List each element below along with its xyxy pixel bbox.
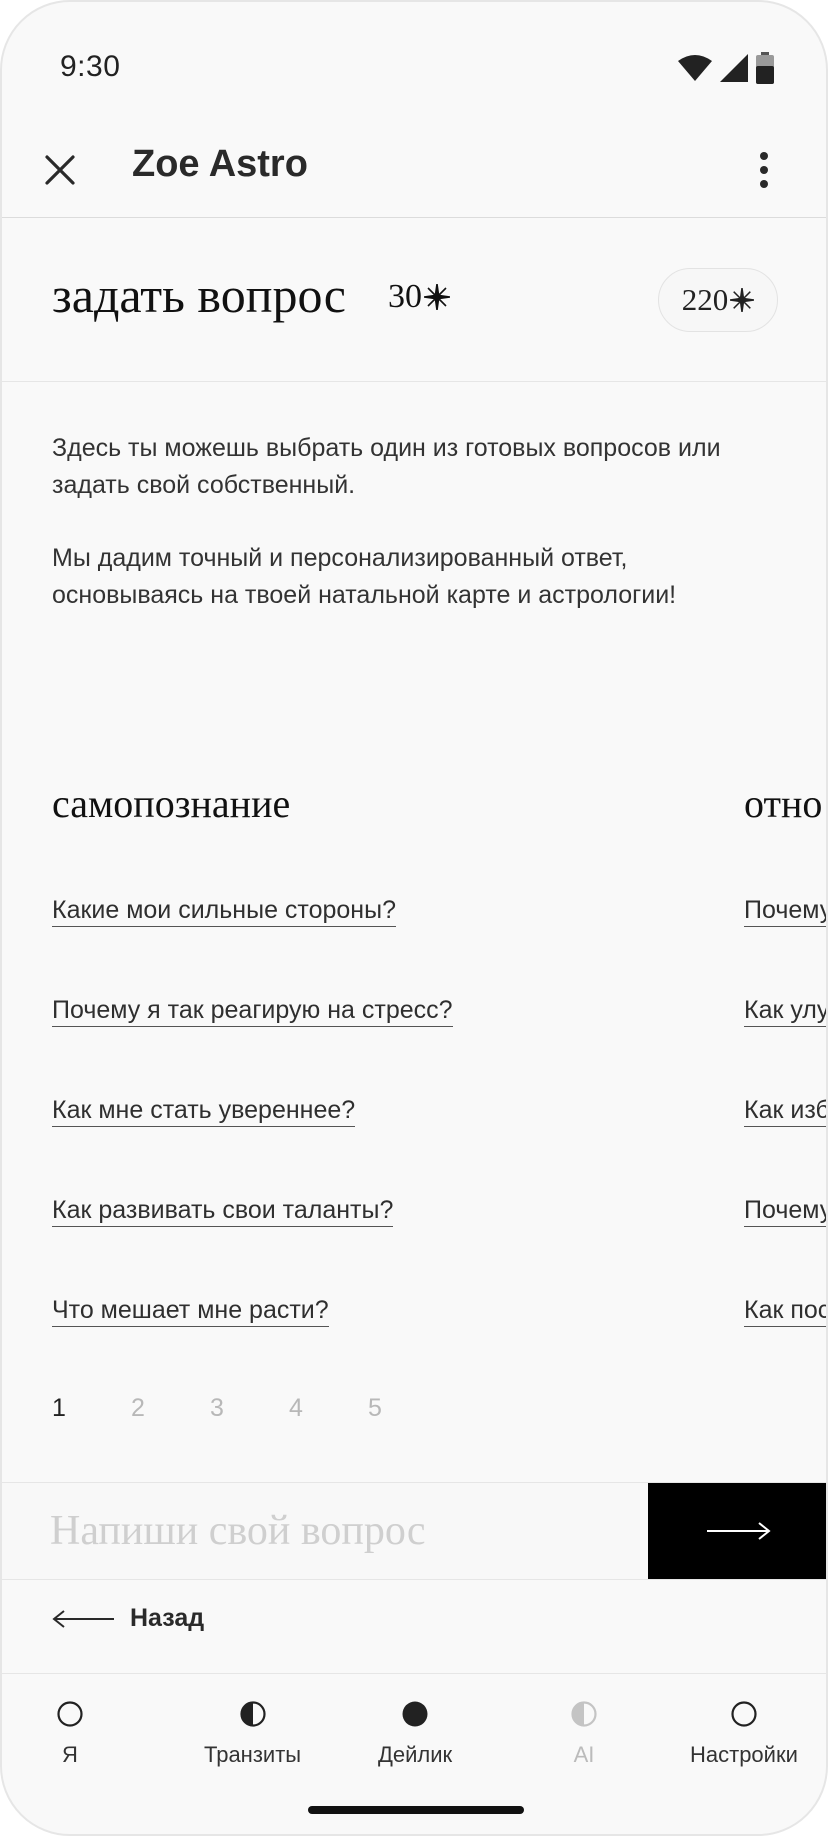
nav-item-me[interactable]: Я xyxy=(56,1700,84,1768)
question-list: Почему Как улу Как изб Почему Как пос xyxy=(744,896,826,1380)
battery-icon xyxy=(756,52,774,84)
status-bar: 9:30 xyxy=(2,2,826,122)
close-icon xyxy=(45,155,75,185)
status-icons xyxy=(678,52,774,84)
close-button[interactable] xyxy=(34,144,86,196)
page-1[interactable]: 1 xyxy=(52,1394,131,1423)
more-vertical-icon xyxy=(760,152,768,188)
intro-paragraph-1: Здесь ты можешь выбрать один из готовых … xyxy=(52,434,721,499)
page-title: задать вопрос xyxy=(52,267,346,323)
circle-outline-icon xyxy=(731,1701,757,1727)
bottom-navigation: Я Транзиты Дейлик AI Настройки xyxy=(2,1674,826,1784)
nav-item-transits[interactable]: Транзиты xyxy=(204,1700,301,1768)
page-4[interactable]: 4 xyxy=(289,1394,368,1423)
balance-badge[interactable]: 220 xyxy=(658,268,778,332)
question-link[interactable]: Как мне стать увереннее? xyxy=(52,1096,453,1196)
intro-text: Здесь ты можешь выбрать один из готовых … xyxy=(52,430,772,614)
star-icon xyxy=(424,284,450,310)
back-row: Назад xyxy=(2,1580,826,1674)
category-self-knowledge: самопознание Какие мои сильные стороны? … xyxy=(52,780,453,1327)
circle-outline-icon xyxy=(57,1701,83,1727)
more-options-button[interactable] xyxy=(738,144,790,196)
nav-label: Дейлик xyxy=(378,1742,453,1767)
question-link[interactable]: Какие мои сильные стороны? xyxy=(52,896,453,996)
screen-header: задать вопрос 30 220 xyxy=(2,218,826,382)
question-link[interactable]: Почему xyxy=(744,896,826,996)
cost-value: 30 xyxy=(388,278,422,315)
cellular-signal-icon xyxy=(720,54,748,82)
filled-circle-icon xyxy=(402,1701,428,1727)
nav-label: Настройки xyxy=(690,1742,798,1767)
balance-value: 220 xyxy=(681,282,729,317)
phone-screen: 9:30 Zoe Astro задать вопрос 30 220 Здес… xyxy=(0,0,828,1836)
nav-item-settings[interactable]: Настройки xyxy=(690,1700,798,1768)
intro-paragraph-2: Мы дадим точный и персонализированный от… xyxy=(52,544,677,609)
question-link[interactable]: Что мешает мне расти? xyxy=(52,1296,453,1396)
status-time: 9:30 xyxy=(60,50,121,83)
question-link[interactable]: Как развивать свои таланты? xyxy=(52,1196,453,1296)
pagination: 1 2 3 4 5 xyxy=(52,1394,447,1423)
nav-label: AI xyxy=(573,1742,595,1767)
question-link[interactable]: Как пос xyxy=(744,1296,826,1380)
category-title: самопознание xyxy=(52,781,291,826)
question-input[interactable] xyxy=(50,1483,640,1579)
question-link[interactable]: Почему xyxy=(744,1196,826,1296)
question-link[interactable]: Как улу xyxy=(744,996,826,1096)
page-3[interactable]: 3 xyxy=(210,1394,289,1423)
nav-item-ai[interactable]: AI xyxy=(570,1700,598,1768)
question-link[interactable]: Как изб xyxy=(744,1096,826,1196)
question-link[interactable]: Почему я так реагирую на стресс? xyxy=(52,996,453,1096)
nav-label: Транзиты xyxy=(204,1742,302,1767)
nav-item-daily[interactable]: Дейлик xyxy=(378,1700,452,1768)
send-button[interactable] xyxy=(648,1483,826,1579)
page-2[interactable]: 2 xyxy=(131,1394,210,1423)
app-title: Zoe Astro xyxy=(132,143,308,185)
question-cost: 30 xyxy=(388,278,450,316)
arrow-right-icon xyxy=(707,1522,771,1540)
question-input-row xyxy=(2,1482,826,1580)
app-bar: Zoe Astro xyxy=(2,122,826,218)
wifi-icon xyxy=(678,55,712,81)
half-circle-disabled-icon xyxy=(571,1701,597,1727)
half-circle-icon xyxy=(239,1701,266,1727)
back-label: Назад xyxy=(130,1604,205,1632)
back-button[interactable]: Назад xyxy=(52,1604,204,1633)
category-relationships: отно Почему Как улу Как изб Почему Как п… xyxy=(744,780,826,1380)
category-title: отно xyxy=(744,781,823,826)
star-icon xyxy=(730,288,755,312)
arrow-left-icon xyxy=(52,1609,114,1628)
question-list: Какие мои сильные стороны? Почему я так … xyxy=(52,896,453,1396)
page-5[interactable]: 5 xyxy=(368,1394,447,1423)
nav-label: Я xyxy=(62,1742,78,1767)
home-indicator[interactable] xyxy=(308,1806,524,1814)
